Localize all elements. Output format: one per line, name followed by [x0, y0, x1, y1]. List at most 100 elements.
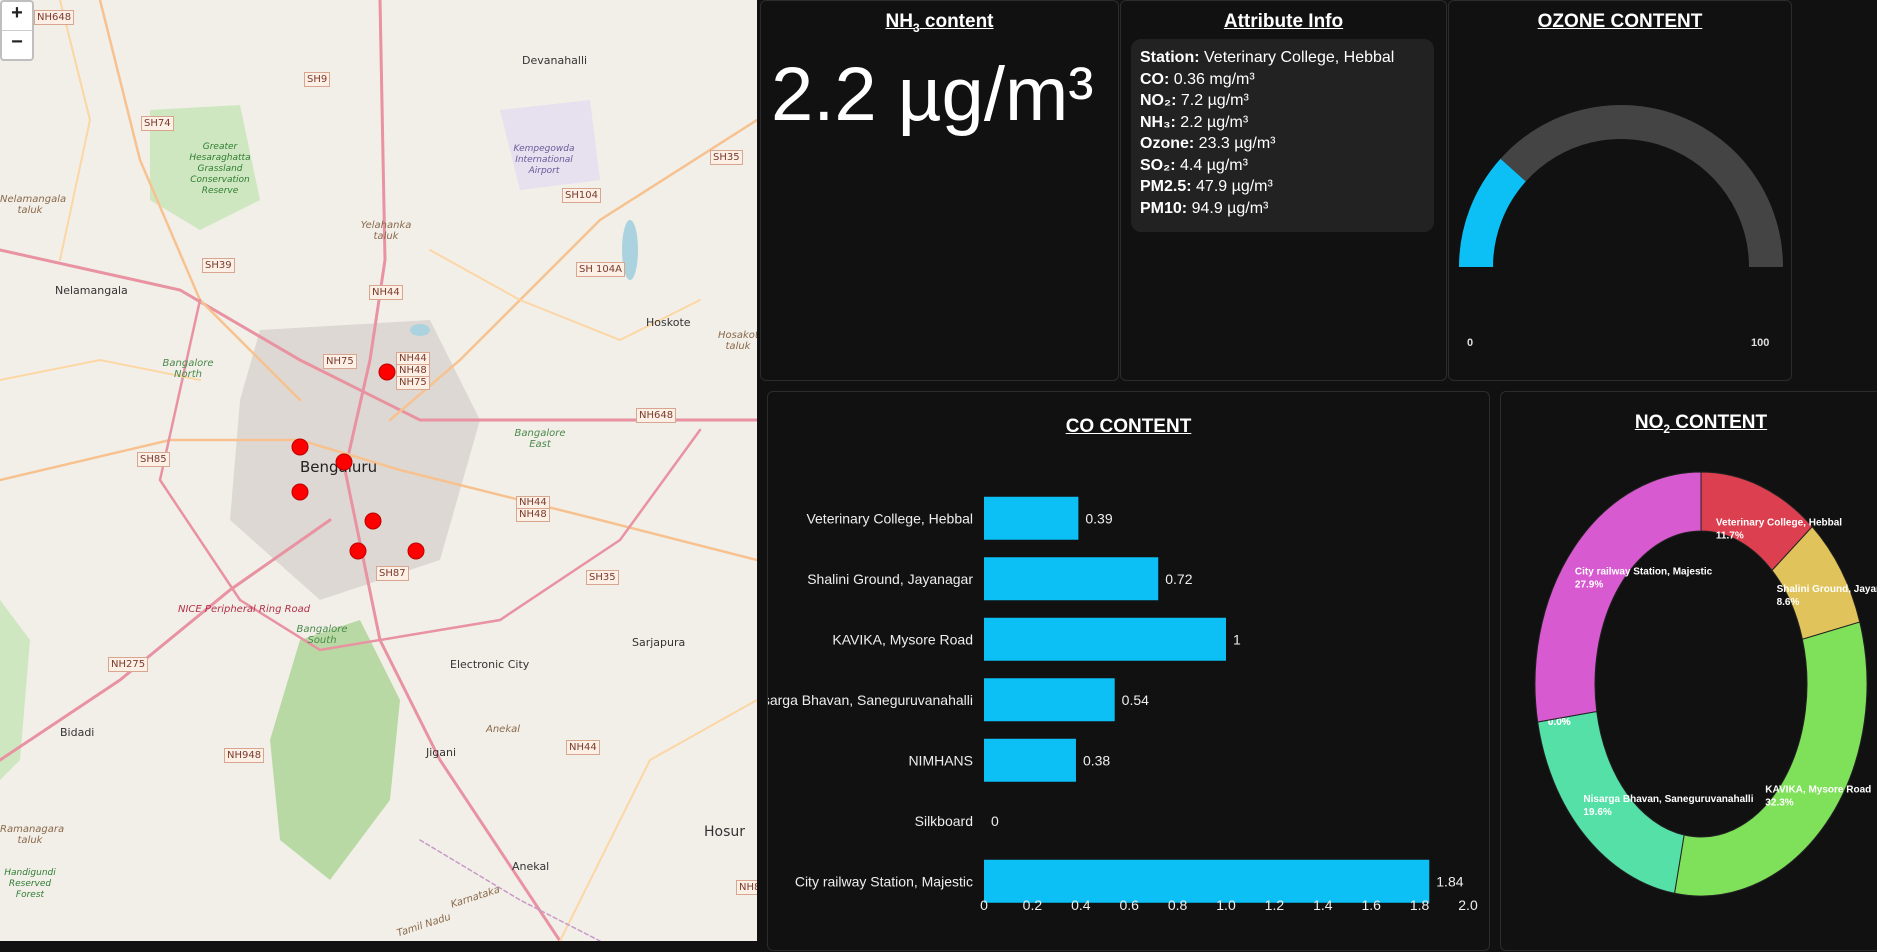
road-shield: NH75: [323, 354, 357, 369]
road-shield: SH39: [202, 258, 235, 273]
no2-slice-label: Nisarga Bhavan, Saneguruvanahalli: [1583, 794, 1753, 805]
co-bar: [984, 617, 1226, 661]
station-marker[interactable]: [291, 483, 309, 501]
no2-slice: [1534, 471, 1702, 723]
co-bar-chart: Veterinary College, Hebbal 0.39 Shalini Gr…: [768, 496, 1478, 913]
nh3-value: 2.2 µg/m³: [771, 52, 1094, 137]
station-marker[interactable]: [349, 542, 367, 560]
nh3-title: NH3 content: [885, 11, 994, 35]
station-marker[interactable]: [407, 542, 425, 560]
co-x-tick-label: 1.2: [1265, 897, 1285, 913]
road-shield: NH44: [566, 740, 600, 755]
co-category-label: Veterinary College, Hebbal: [806, 510, 973, 526]
place-label: Anekal: [512, 860, 550, 873]
co-value-label: 0.72: [1165, 571, 1192, 587]
area-label: Bangalore North: [162, 358, 214, 380]
gauge-fill: [1459, 158, 1527, 268]
co-value-label: 0: [991, 813, 999, 829]
co-value-label: 0.38: [1083, 752, 1110, 768]
park-label: Kempegowda International Airport: [513, 144, 575, 176]
no2-slice-percent: 19.6%: [1583, 807, 1611, 818]
place-label: Electronic City: [450, 658, 530, 671]
place-label: Bidadi: [60, 726, 95, 739]
co-x-tick-label: 2.0: [1458, 897, 1478, 913]
road-shield: SH 104A: [576, 262, 625, 277]
map-view[interactable]: Devanahalli Nelamangala Hoskote Electron…: [0, 0, 757, 941]
gauge-min-label: 0: [1467, 337, 1474, 349]
ozone-gauge: [1459, 105, 1783, 268]
place-label: Hosur: [704, 824, 746, 840]
co-bar: [984, 496, 1079, 540]
no2-donut-chart: Veterinary College, Hebbal 11.7% Shalini G…: [1534, 471, 1877, 897]
road-shield: NH275: [108, 657, 149, 672]
co-category-label: NIMHANS: [908, 752, 973, 768]
info-row: PM2.5: 47.9 µg/m³: [1140, 178, 1273, 195]
gauge-max-label: 100: [1751, 337, 1770, 349]
station-marker[interactable]: [335, 453, 353, 471]
road-shield: SH9: [304, 72, 331, 87]
co-bar: [984, 678, 1115, 722]
co-bar: [984, 557, 1159, 601]
place-label: Devanahalli: [522, 54, 588, 67]
place-label: Nelamangala: [55, 284, 128, 297]
info-row: NH₃: 2.2 µg/m³: [1140, 113, 1249, 131]
no2-slice-percent: 11.7%: [1716, 530, 1744, 541]
info-row: Ozone: 23.3 µg/m³: [1140, 135, 1276, 152]
area-label: Ramanagara taluk: [0, 824, 65, 846]
zoom-control: + −: [0, 0, 34, 61]
co-value-label: 1.84: [1436, 873, 1463, 889]
area-label: Hosakote taluk: [718, 330, 757, 352]
no2-slice-percent: 27.9%: [1575, 579, 1603, 590]
no2-slice-label: KAVIKA, Mysore Road: [1765, 784, 1871, 795]
info-row: SO₂: 4.4 µg/m³: [1140, 156, 1248, 174]
road-shield: NH648: [636, 408, 677, 423]
attribute-info-box: Station: Veterinary College, Hebbal CO: …: [1131, 39, 1434, 232]
no2-slice: [1673, 621, 1868, 897]
place-label: Hoskote: [646, 316, 691, 329]
no2-slice-label: City railway Station, Majestic: [1575, 566, 1713, 577]
zoom-out-button[interactable]: −: [2, 30, 32, 59]
co-x-tick-label: 1.8: [1410, 897, 1430, 913]
area-label: Nelamangala taluk: [0, 194, 67, 216]
road-shield: NH75: [396, 376, 430, 390]
attribute-info-title: Attribute Info: [1223, 11, 1344, 32]
area-label: Anekal: [486, 724, 521, 735]
road-shield: NH48: [516, 508, 550, 522]
co-category-label: Nisarga Bhavan, Saneguruvanahalli: [768, 692, 973, 708]
place-label: Jigani: [426, 746, 457, 759]
park-label: Handigundi Reserved Forest: [4, 868, 56, 900]
co-x-tick-label: 0: [980, 897, 988, 913]
no2-slice-label: Shalini Ground, Jayanagar: [1777, 584, 1877, 595]
road-shield: SH85: [137, 452, 170, 467]
area-label: Yelahanka taluk: [360, 220, 412, 242]
no2-slice-percent: 8.6%: [1777, 597, 1800, 608]
road-shield: SH87: [376, 566, 409, 581]
co-x-tick-label: 0.6: [1119, 897, 1139, 913]
no2-slice-label: Veterinary College, Hebbal: [1716, 517, 1842, 528]
co-x-tick-label: 1.6: [1361, 897, 1381, 913]
place-label: Sarjapura: [632, 636, 686, 649]
co-x-tick-label: 0.8: [1168, 897, 1188, 913]
attribute-info-panel: Attribute Info Station: Veterinary Colle…: [1120, 0, 1447, 381]
co-x-tick-label: 1.0: [1216, 897, 1236, 913]
co-category-label: KAVIKA, Mysore Road: [832, 631, 973, 647]
area-label: Bangalore East: [514, 428, 566, 450]
co-bar: [984, 738, 1076, 782]
co-value-label: 0.54: [1122, 692, 1149, 708]
zoom-in-button[interactable]: +: [2, 2, 32, 30]
co-category-label: Silkboard: [915, 813, 973, 829]
station-marker[interactable]: [364, 512, 382, 530]
road-shield: NH948: [224, 748, 265, 763]
co-value-label: 0.39: [1085, 510, 1112, 526]
road-shield: SH35: [586, 570, 619, 585]
co-x-tick-label: 1.4: [1313, 897, 1333, 913]
info-row: CO: 0.36 mg/m³: [1140, 70, 1255, 88]
station-marker[interactable]: [378, 363, 396, 381]
station-marker[interactable]: [291, 438, 309, 456]
map-roads: [0, 0, 757, 941]
road-shield: NH8: [736, 880, 757, 895]
road-shield: SH35: [710, 150, 743, 165]
area-label: Bangalore South: [296, 624, 348, 646]
ozone-panel: OZONE CONTENT 0 100: [1448, 0, 1792, 381]
no2-slice-percent: 32.3%: [1765, 797, 1793, 808]
